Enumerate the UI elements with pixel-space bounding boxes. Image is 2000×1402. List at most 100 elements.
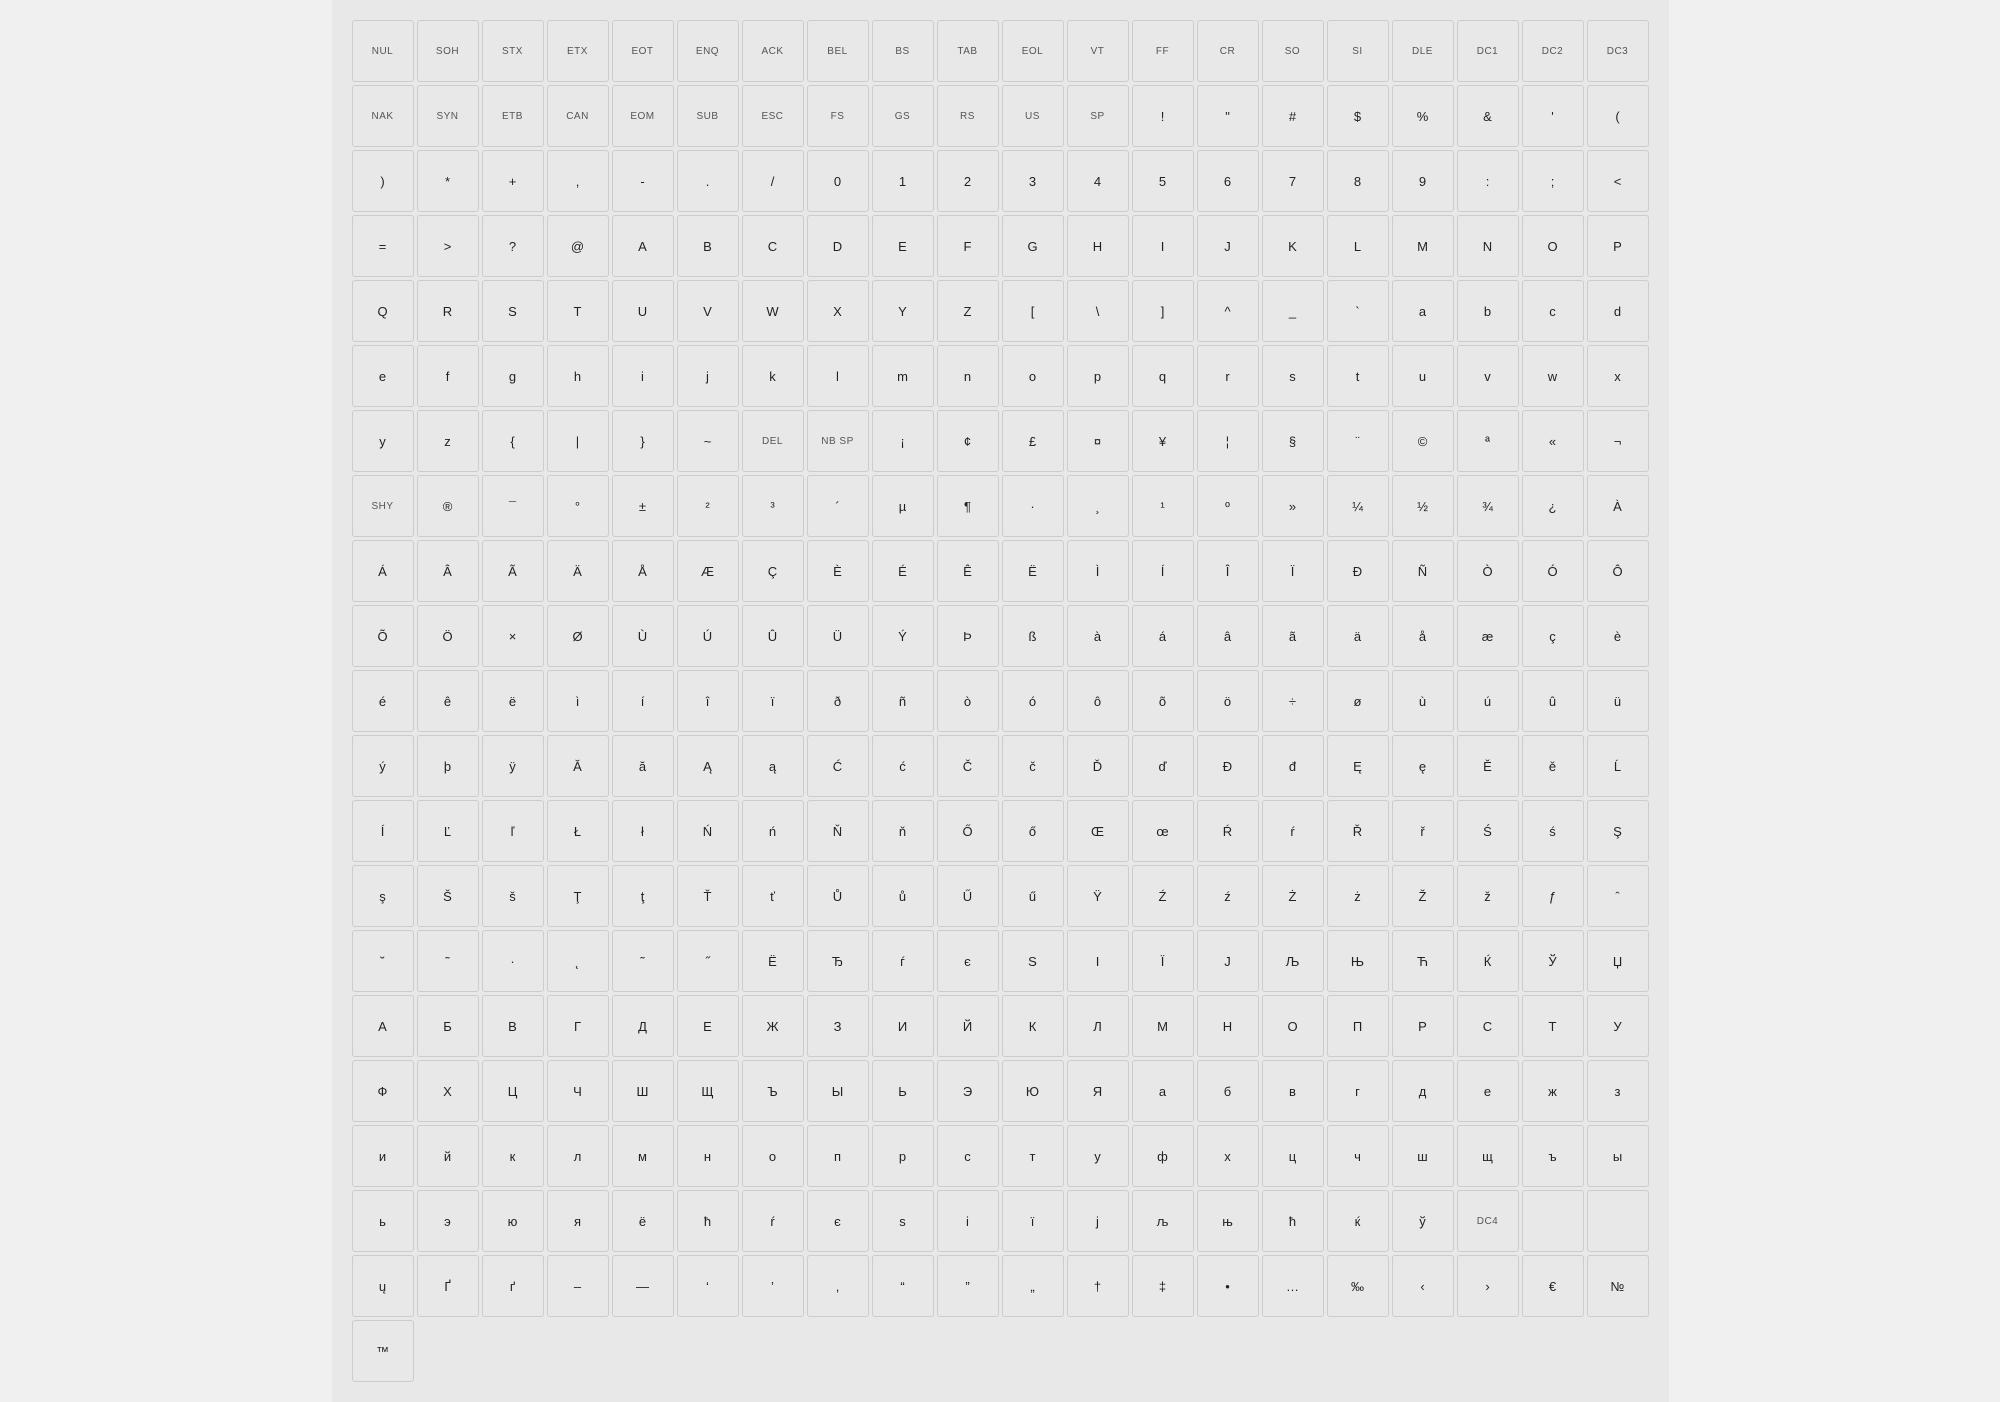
char-cell-197[interactable]: æ [1457, 605, 1519, 667]
char-cell-72[interactable]: I [1132, 215, 1194, 277]
char-cell-377[interactable]: DC4 [1457, 1190, 1519, 1252]
char-cell-92[interactable]: ] [1132, 280, 1194, 342]
char-cell-148[interactable]: µ [872, 475, 934, 537]
char-cell-216[interactable]: ù [1392, 670, 1454, 732]
char-cell-275[interactable]: ż [1327, 865, 1389, 927]
char-cell-385[interactable]: ‘ [677, 1255, 739, 1317]
char-cell-244[interactable]: ł [612, 800, 674, 862]
char-cell-289[interactable]: є [937, 930, 999, 992]
char-cell-29[interactable]: RS [937, 85, 999, 147]
char-cell-400[interactable]: ™ [352, 1320, 414, 1382]
char-cell-149[interactable]: ¶ [937, 475, 999, 537]
char-cell-97[interactable]: b [1457, 280, 1519, 342]
char-cell-39[interactable]: ( [1587, 85, 1649, 147]
char-cell-340[interactable]: и [352, 1125, 414, 1187]
char-cell-362[interactable]: ю [482, 1190, 544, 1252]
char-cell-238[interactable]: ě [1522, 735, 1584, 797]
char-cell-380[interactable]: ų [352, 1255, 414, 1317]
char-cell-325[interactable]: Щ [677, 1060, 739, 1122]
char-cell-308[interactable]: И [872, 995, 934, 1057]
char-cell-104[interactable]: i [612, 345, 674, 407]
char-cell-243[interactable]: Ł [547, 800, 609, 862]
char-cell-260[interactable]: ş [352, 865, 414, 927]
char-cell-225[interactable]: Ą [677, 735, 739, 797]
char-cell-17[interactable]: DC1 [1457, 20, 1519, 82]
char-cell-152[interactable]: ¹ [1132, 475, 1194, 537]
char-cell-63[interactable]: @ [547, 215, 609, 277]
char-cell-75[interactable]: L [1327, 215, 1389, 277]
char-cell-230[interactable]: č [1002, 735, 1064, 797]
char-cell-69[interactable]: F [937, 215, 999, 277]
char-cell-108[interactable]: m [872, 345, 934, 407]
char-cell-153[interactable]: º [1197, 475, 1259, 537]
char-cell-90[interactable]: [ [1002, 280, 1064, 342]
char-cell-186[interactable]: Û [742, 605, 804, 667]
char-cell-192[interactable]: á [1132, 605, 1194, 667]
char-cell-20[interactable]: NAK [352, 85, 414, 147]
char-cell-193[interactable]: â [1197, 605, 1259, 667]
char-cell-163[interactable]: Ä [547, 540, 609, 602]
char-cell-229[interactable]: Č [937, 735, 999, 797]
char-cell-190[interactable]: ß [1002, 605, 1064, 667]
char-cell-174[interactable]: Ï [1262, 540, 1324, 602]
char-cell-35[interactable]: $ [1327, 85, 1389, 147]
char-cell-158[interactable]: ¿ [1522, 475, 1584, 537]
char-cell-145[interactable]: ² [677, 475, 739, 537]
char-cell-227[interactable]: Ć [807, 735, 869, 797]
char-cell-370[interactable]: ї [1002, 1190, 1064, 1252]
char-cell-132[interactable]: ¥ [1132, 410, 1194, 472]
char-cell-23[interactable]: CAN [547, 85, 609, 147]
char-cell-262[interactable]: š [482, 865, 544, 927]
char-cell-162[interactable]: Ã [482, 540, 544, 602]
char-cell-62[interactable]: ? [482, 215, 544, 277]
char-cell-19[interactable]: DC3 [1587, 20, 1649, 82]
char-cell-9[interactable]: TAB [937, 20, 999, 82]
char-cell-287[interactable]: Ђ [807, 930, 869, 992]
char-cell-83[interactable]: T [547, 280, 609, 342]
char-cell-74[interactable]: K [1262, 215, 1324, 277]
char-cell-337[interactable]: е [1457, 1060, 1519, 1122]
char-cell-77[interactable]: N [1457, 215, 1519, 277]
char-cell-161[interactable]: Â [417, 540, 479, 602]
char-cell-310[interactable]: К [1002, 995, 1064, 1057]
char-cell-368[interactable]: s [872, 1190, 934, 1252]
char-cell-343[interactable]: л [547, 1125, 609, 1187]
char-cell-328[interactable]: Ь [872, 1060, 934, 1122]
char-cell-134[interactable]: § [1262, 410, 1324, 472]
char-cell-181[interactable]: Ö [417, 605, 479, 667]
char-cell-177[interactable]: Ò [1457, 540, 1519, 602]
char-cell-365[interactable]: ħ [677, 1190, 739, 1252]
char-cell-79[interactable]: P [1587, 215, 1649, 277]
char-cell-326[interactable]: Ъ [742, 1060, 804, 1122]
char-cell-268[interactable]: ů [872, 865, 934, 927]
char-cell-361[interactable]: э [417, 1190, 479, 1252]
char-cell-180[interactable]: Õ [352, 605, 414, 667]
char-cell-306[interactable]: Ж [742, 995, 804, 1057]
char-cell-354[interactable]: ц [1262, 1125, 1324, 1187]
char-cell-290[interactable]: S [1002, 930, 1064, 992]
char-cell-105[interactable]: j [677, 345, 739, 407]
char-cell-78[interactable]: O [1522, 215, 1584, 277]
char-cell-351[interactable]: у [1067, 1125, 1129, 1187]
char-cell-122[interactable]: { [482, 410, 544, 472]
char-cell-170[interactable]: Ë [1002, 540, 1064, 602]
char-cell-86[interactable]: W [742, 280, 804, 342]
char-cell-156[interactable]: ½ [1392, 475, 1454, 537]
char-cell-302[interactable]: В [482, 995, 544, 1057]
char-cell-367[interactable]: є [807, 1190, 869, 1252]
char-cell-68[interactable]: E [872, 215, 934, 277]
char-cell-12[interactable]: FF [1132, 20, 1194, 82]
char-cell-106[interactable]: k [742, 345, 804, 407]
char-cell-4[interactable]: EOT [612, 20, 674, 82]
char-cell-397[interactable]: › [1457, 1255, 1519, 1317]
char-cell-232[interactable]: ď [1132, 735, 1194, 797]
char-cell-331[interactable]: Я [1067, 1060, 1129, 1122]
char-cell-297[interactable]: Ќ [1457, 930, 1519, 992]
char-cell-272[interactable]: Ź [1132, 865, 1194, 927]
char-cell-389[interactable]: ” [937, 1255, 999, 1317]
char-cell-182[interactable]: × [482, 605, 544, 667]
char-cell-221[interactable]: þ [417, 735, 479, 797]
char-cell-172[interactable]: Í [1132, 540, 1194, 602]
char-cell-60[interactable]: = [352, 215, 414, 277]
char-cell-147[interactable]: ´ [807, 475, 869, 537]
